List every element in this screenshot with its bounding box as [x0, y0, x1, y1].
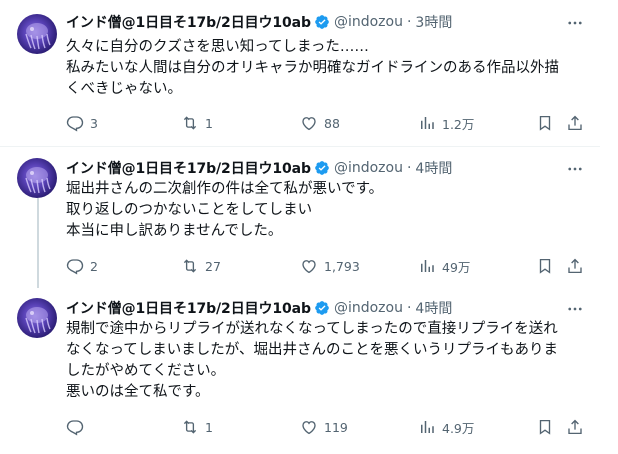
like-button[interactable]: 88: [300, 113, 340, 133]
timestamp[interactable]: 4時間: [415, 298, 452, 318]
tweet-header: インド僧@1日目そ17b/2日目ウ10ab @indozou · 4時間: [66, 158, 452, 178]
retweet-icon: [183, 420, 197, 434]
tweet-3[interactable]: インド僧@1日目そ17b/2日目ウ10ab @indozou · 4時間 規制で…: [0, 286, 600, 454]
more-icon[interactable]: [566, 160, 584, 178]
bookmark-button[interactable]: [536, 113, 554, 133]
views-count: 1.2万: [442, 116, 475, 132]
action-bar: 3 1 88 1.2万: [0, 113, 600, 133]
retweet-count: 1: [205, 419, 213, 435]
tweet-text-line: 取り返しのつかないことをしてしまい: [66, 202, 313, 218]
timestamp[interactable]: 4時間: [415, 158, 452, 178]
reply-icon: [66, 259, 84, 275]
views-button[interactable]: 49万: [418, 256, 470, 276]
display-name[interactable]: インド僧@1日目そ17b/2日目ウ10ab: [66, 158, 311, 178]
share-button[interactable]: [566, 417, 584, 437]
timestamp[interactable]: 3時間: [415, 12, 452, 32]
verified-icon: [314, 300, 330, 316]
tweet-text-line: 悪いのは全て私です。: [66, 384, 210, 400]
like-icon: [302, 260, 316, 274]
bookmark-button[interactable]: [536, 256, 554, 276]
reply-button[interactable]: 2: [66, 256, 98, 276]
tweet-text-line: 規制で途中からリプライが送れなくなってしまったので直接リプライを送れ: [66, 321, 558, 337]
tweet-text-line: 久々に自分のクズさを思い知ってしまった……: [66, 39, 369, 55]
tweet-text: 規制で途中からリプライが送れなくなってしまったので直接リプライを送れ なくなって…: [66, 319, 586, 403]
share-button[interactable]: [566, 113, 584, 133]
reply-button[interactable]: [66, 417, 90, 437]
tweet-header: インド僧@1日目そ17b/2日目ウ10ab @indozou · 4時間: [66, 298, 452, 318]
separator-dot: ·: [406, 160, 412, 176]
share-icon: [568, 258, 582, 274]
avatar[interactable]: [17, 298, 57, 338]
bookmark-icon: [539, 419, 551, 435]
avatar[interactable]: [17, 14, 57, 54]
avatar[interactable]: [17, 158, 57, 198]
display-name[interactable]: インド僧@1日目そ17b/2日目ウ10ab: [66, 12, 311, 32]
handle[interactable]: @indozou: [334, 300, 403, 316]
views-count: 49万: [442, 259, 471, 275]
retweet-button[interactable]: 27: [181, 256, 221, 276]
like-button[interactable]: 119: [300, 417, 348, 437]
like-count: 1,793: [324, 258, 360, 274]
tweet-2[interactable]: インド僧@1日目そ17b/2日目ウ10ab @indozou · 4時間 堀出井…: [0, 146, 600, 286]
retweet-icon: [183, 259, 197, 273]
views-icon: [421, 421, 434, 433]
share-button[interactable]: [566, 256, 584, 276]
like-count: 88: [324, 115, 340, 131]
more-icon[interactable]: [566, 14, 584, 32]
views-icon: [421, 260, 434, 272]
retweet-button[interactable]: 1: [181, 417, 213, 437]
tweet-text-line: 本当に申し訳ありませんでした。: [66, 223, 283, 239]
like-button[interactable]: 1,793: [300, 256, 360, 276]
separator-dot: ·: [406, 14, 412, 30]
tweet-text-line: くべきじゃない。: [66, 81, 182, 97]
separator-dot: ·: [406, 300, 412, 316]
reply-count: 2: [90, 258, 98, 274]
verified-icon: [314, 160, 330, 176]
retweet-icon: [183, 116, 197, 130]
like-count: 119: [324, 419, 348, 435]
share-icon: [568, 115, 582, 131]
tweet-text-line: したがやめてください。: [66, 363, 226, 379]
action-bar: 1 119 4.9万: [0, 417, 600, 437]
action-bar: 2 27 1,793 49万: [0, 256, 600, 276]
retweet-count: 27: [205, 258, 221, 274]
retweet-button[interactable]: 1: [181, 113, 213, 133]
handle[interactable]: @indozou: [334, 160, 403, 176]
like-icon: [302, 117, 316, 131]
share-icon: [568, 419, 582, 435]
tweet-text: 堀出井さんの二次創作の件は全て私が悪いです。 取り返しのつかないことをしてしまい…: [66, 179, 586, 242]
retweet-count: 1: [205, 115, 213, 131]
tweet-text-line: 堀出井さんの二次創作の件は全て私が悪いです。: [66, 181, 384, 197]
views-icon: [421, 117, 434, 129]
like-icon: [302, 421, 316, 435]
more-icon[interactable]: [566, 300, 584, 318]
reply-icon: [66, 116, 84, 132]
reply-count: 3: [90, 115, 98, 131]
bookmark-icon: [539, 258, 551, 274]
verified-icon: [314, 14, 330, 30]
tweet-header: インド僧@1日目そ17b/2日目ウ10ab @indozou · 3時間: [66, 12, 452, 32]
views-count: 4.9万: [442, 420, 475, 436]
tweet-text-line: 私みたいな人間は自分のオリキャラか明確なガイドラインのある作品以外描: [66, 60, 559, 76]
views-button[interactable]: 4.9万: [418, 417, 474, 437]
bookmark-icon: [539, 115, 551, 131]
bookmark-button[interactable]: [536, 417, 554, 437]
tweet-text-line: なくなってしまいましたが、堀出井さんのことを悪くいうリプライもありま: [66, 342, 558, 358]
reply-icon: [66, 420, 84, 436]
tweet-text: 久々に自分のクズさを思い知ってしまった…… 私みたいな人間は自分のオリキャラか明…: [66, 37, 586, 100]
handle[interactable]: @indozou: [334, 14, 403, 30]
views-button[interactable]: 1.2万: [418, 113, 474, 133]
tweet-1[interactable]: インド僧@1日目そ17b/2日目ウ10ab @indozou · 3時間 久々に…: [0, 0, 600, 147]
reply-button[interactable]: 3: [66, 113, 98, 133]
display-name[interactable]: インド僧@1日目そ17b/2日目ウ10ab: [66, 298, 311, 318]
